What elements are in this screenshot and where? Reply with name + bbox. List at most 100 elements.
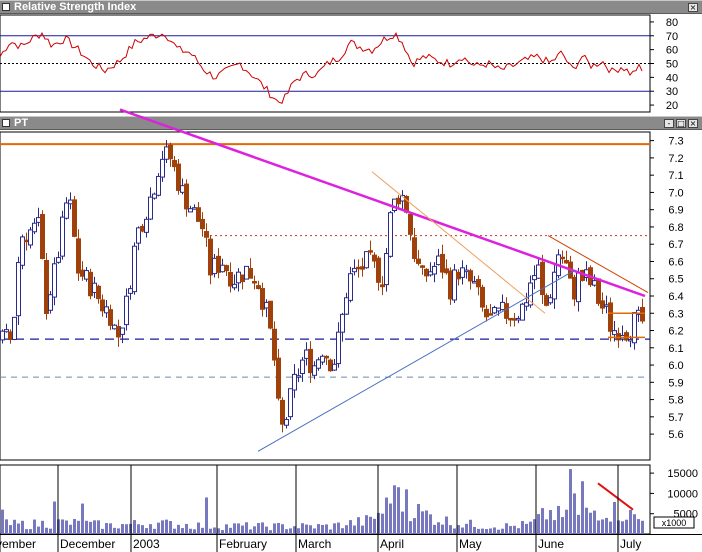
candle-body — [252, 281, 257, 284]
volume-bar — [53, 501, 56, 534]
volume-bar — [169, 521, 172, 534]
candle-body — [244, 265, 249, 280]
candle-body — [148, 196, 153, 220]
volume-bar — [297, 528, 300, 534]
volume-bar — [281, 524, 284, 534]
candle-body — [72, 199, 77, 237]
price-candle — [384, 247, 389, 292]
volume-bar — [549, 510, 552, 534]
volume-bar — [197, 522, 200, 534]
candle-body — [484, 308, 489, 318]
candle-body — [68, 199, 73, 205]
candle-body — [268, 300, 273, 329]
price-candle — [16, 256, 21, 326]
price-tick-label: 6.8 — [668, 222, 683, 234]
volume-tick-label: 15000 — [667, 468, 698, 480]
volume-bar — [5, 519, 8, 534]
candle-body — [372, 254, 377, 262]
volume-bar — [305, 524, 308, 534]
candle-body — [368, 250, 373, 253]
candle-body — [8, 331, 13, 341]
volume-bar — [389, 503, 392, 534]
volume-bar — [425, 510, 428, 534]
price-tick-label: 7.1 — [668, 170, 683, 182]
volume-bar — [449, 525, 452, 534]
candle-body — [228, 271, 233, 287]
candle-body — [376, 257, 381, 283]
candle-body — [300, 359, 305, 375]
x-tick-label: March — [298, 537, 331, 551]
candle-body — [480, 286, 485, 308]
volume-bar — [41, 520, 44, 534]
candle-body — [360, 266, 365, 270]
price-tick-label: 6.6 — [668, 256, 683, 268]
volume-bar — [437, 522, 440, 534]
price-tick-label: 7.2 — [668, 153, 683, 165]
volume-bar — [205, 497, 208, 534]
volume-bar — [625, 519, 628, 534]
candle-body — [500, 301, 505, 311]
candle-body — [412, 237, 417, 259]
candle-body — [84, 270, 89, 280]
candle-body — [136, 227, 141, 244]
candle-body — [32, 222, 37, 233]
candle-body — [436, 255, 441, 266]
volume-bar — [461, 527, 464, 534]
candle-body — [288, 388, 293, 418]
volume-bar — [141, 525, 144, 534]
volume-bar — [9, 525, 12, 534]
rsi-tick-label: 20 — [666, 100, 678, 112]
price-candle — [328, 358, 333, 372]
price-candle — [40, 210, 45, 260]
volume-bar — [313, 528, 316, 534]
volume-bar — [213, 527, 216, 534]
candle-body — [460, 267, 465, 278]
candle-body — [640, 306, 645, 322]
volume-bar — [69, 524, 72, 534]
candle-body — [24, 239, 29, 243]
rsi-tick-label: 70 — [666, 31, 678, 43]
volume-bar — [237, 523, 240, 534]
volume-bar — [489, 528, 492, 534]
volume-bar — [469, 519, 472, 534]
volume-bar — [261, 522, 264, 534]
volume-bar — [481, 528, 484, 534]
volume-bar — [133, 520, 136, 534]
candle-body — [628, 338, 633, 342]
volume-bar — [285, 529, 288, 534]
candle-body — [600, 300, 605, 309]
volume-bar — [557, 505, 560, 534]
volume-bar — [269, 530, 272, 534]
volume-bar — [249, 529, 252, 534]
volume-bar — [341, 528, 344, 534]
candle-body — [204, 231, 209, 238]
x-tick-label: June — [538, 537, 564, 551]
candle-body — [388, 212, 393, 257]
candle-body — [200, 218, 205, 230]
volume-bar — [453, 528, 456, 534]
volume-bar — [65, 520, 68, 534]
price-candle — [364, 251, 369, 269]
volume-bar — [529, 521, 532, 534]
candle-body — [420, 265, 425, 268]
volume-bar — [33, 519, 36, 534]
volume-bar — [93, 520, 96, 534]
volume-bar — [597, 520, 600, 534]
volume-bar — [485, 529, 488, 534]
candle-body — [596, 278, 601, 304]
volume-bar — [381, 513, 384, 534]
volume-bar — [605, 517, 608, 534]
volume-bar — [225, 524, 228, 534]
candle-body — [320, 355, 325, 363]
candle-body — [116, 326, 121, 338]
price-tick-label: 7.3 — [668, 136, 683, 148]
candle-body — [344, 297, 349, 315]
volume-bar — [17, 523, 20, 534]
volume-bar — [329, 529, 332, 534]
candle-body — [544, 295, 549, 306]
candle-body — [492, 307, 497, 314]
volume-bar — [1, 509, 4, 534]
price-candle — [48, 291, 53, 314]
volume-bar — [545, 519, 548, 534]
volume-bar — [241, 525, 244, 534]
